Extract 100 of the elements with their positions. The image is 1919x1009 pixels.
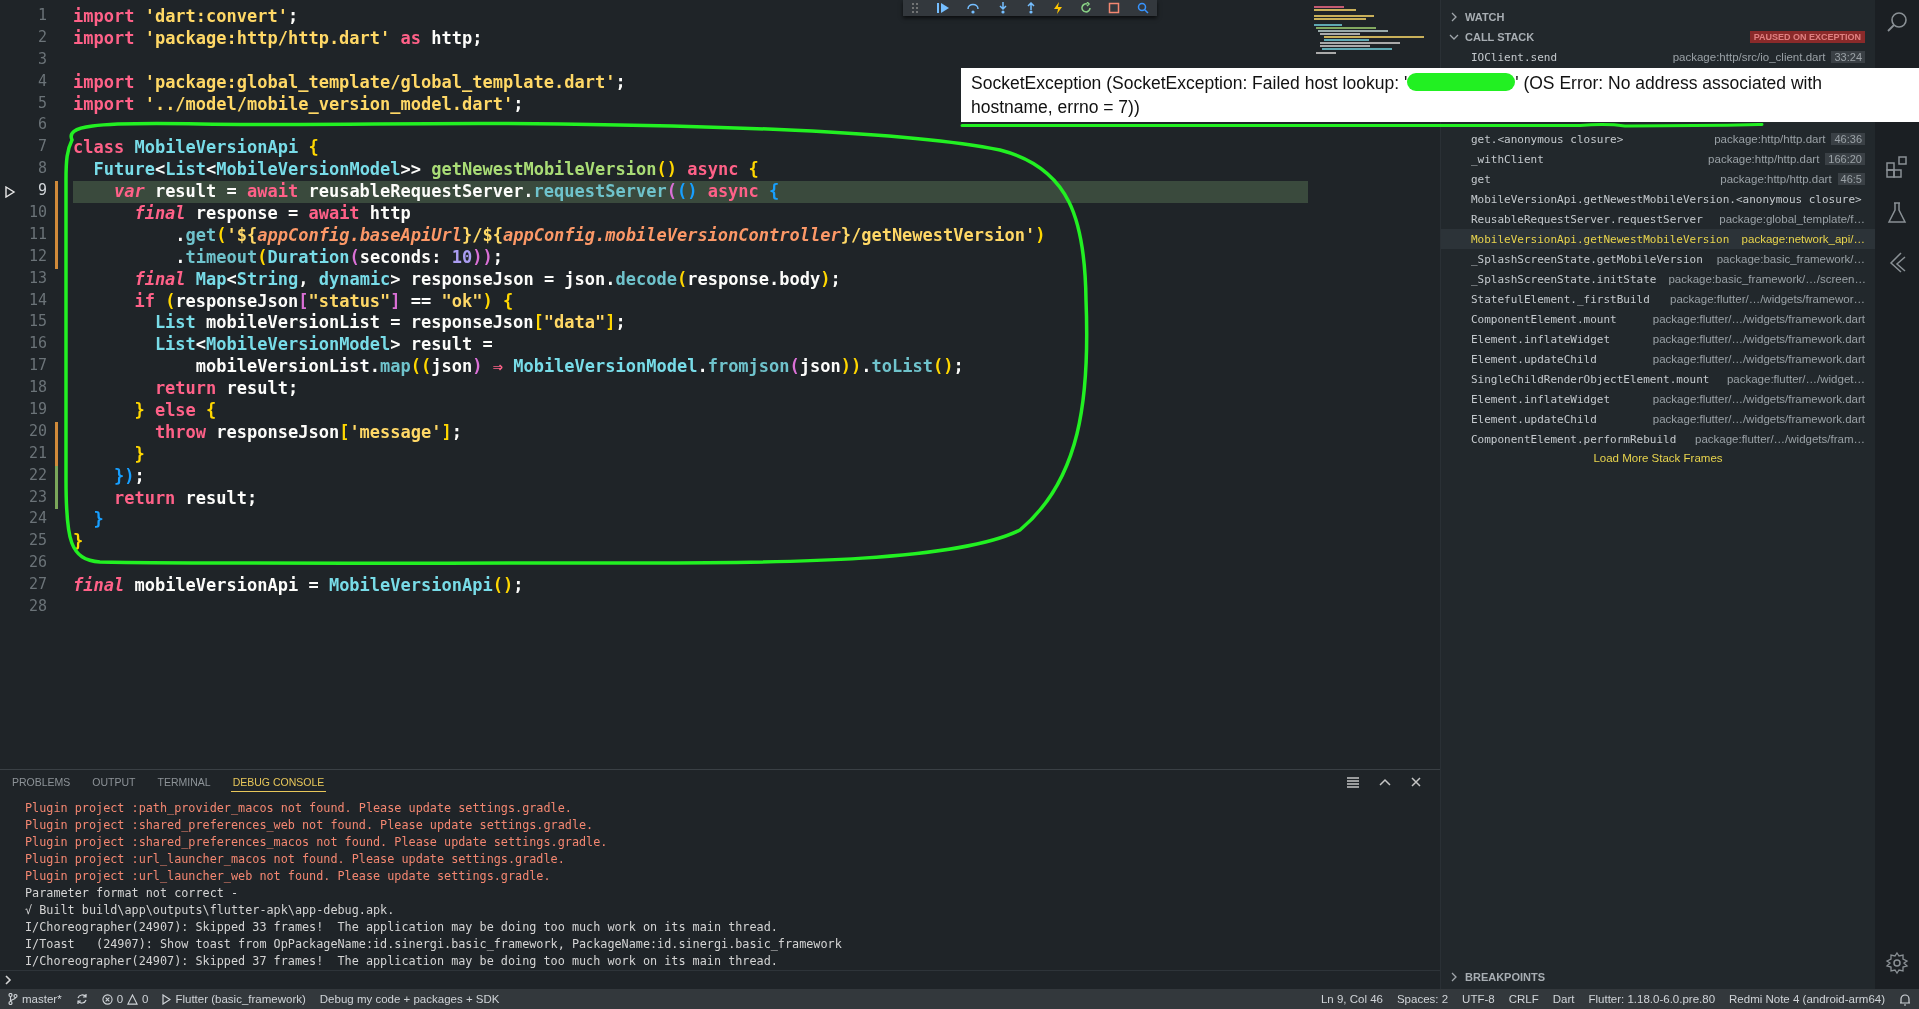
watch-section-header[interactable]: WATCH <box>1441 7 1875 27</box>
line-number: 14 <box>28 290 47 309</box>
inspect-icon[interactable] <box>1136 2 1149 14</box>
stack-frame-row[interactable]: SingleChildRenderObjectElement.mount package:flutter/…/widget… <box>1441 369 1875 389</box>
list-icon[interactable] <box>1346 776 1360 788</box>
code-line: .timeout(Duration(seconds: 10)); <box>174 246 503 269</box>
status-item[interactable]: CRLF <box>1508 993 1539 1005</box>
step-into-icon[interactable] <box>996 2 1009 14</box>
line-number: 6 <box>37 115 47 134</box>
line-number: 15 <box>28 312 47 331</box>
problems-indicator[interactable]: 0 0 <box>101 993 149 1005</box>
code-line: if (responseJson["status"] == "ok") { <box>133 290 514 313</box>
console-line: Plugin project :url_launcher_web not found. Please update settings.gradle. <box>25 868 552 885</box>
stack-frame-row[interactable]: _withClient package:http/http.dart 166:20 <box>1441 149 1875 169</box>
code-line: import 'dart:convert'; <box>73 6 299 28</box>
frame-name: StatefulElement._firstBuild <box>1471 292 1650 306</box>
drag-handle-icon[interactable] <box>911 2 920 14</box>
code-line: } else { <box>133 400 217 422</box>
status-item[interactable]: Ln 9, Col 46 <box>1320 993 1383 1005</box>
frame-position: 46:36 <box>1831 133 1865 145</box>
frame-source: package:http/http.dart <box>1719 173 1832 185</box>
restart-icon[interactable] <box>1079 2 1092 14</box>
launch-config-button[interactable]: Flutter (basic_framework) <box>162 993 306 1005</box>
stack-frame-row[interactable]: Element.inflateWidget package:flutter/…/widgets/framework.dart <box>1441 329 1875 349</box>
line-number: 28 <box>28 597 47 616</box>
status-item[interactable]: Dart <box>1552 993 1575 1005</box>
stack-frame-row[interactable]: ComponentElement.performRebuild package:flutter/…/widgets/fram… <box>1441 429 1875 449</box>
chevron-up-icon[interactable] <box>1378 777 1392 787</box>
frame-name: _SplashScreenState.getMobileVersion <box>1471 252 1703 266</box>
code-line: final mobileVersionApi = MobileVersionApi(); <box>73 575 524 598</box>
call-stack-section-header[interactable]: CALL STACK PAUSED ON EXCEPTION <box>1441 27 1875 47</box>
frame-name: Element.inflateWidget <box>1471 392 1611 406</box>
extensions-icon[interactable] <box>1885 155 1909 179</box>
prompt-chevron-icon[interactable] <box>4 975 12 985</box>
panel-tab[interactable]: OUTPUT <box>90 772 138 792</box>
status-item[interactable]: Redmi Note 4 (android-arm64) <box>1729 993 1885 1005</box>
console-line: Plugin project :url_launcher_macos not found. Please update settings.gradle. <box>25 851 566 868</box>
frame-name: MobileVersionApi.getNewestMobileVersion.<anonymous closure> <box>1471 192 1862 206</box>
close-icon[interactable] <box>1410 776 1422 788</box>
stack-frame-row[interactable]: Element.inflateWidget package:flutter/…/widgets/framework.dart <box>1441 389 1875 409</box>
warning-icon <box>127 993 139 1005</box>
stack-frame-row[interactable]: MobileVersionApi.getNewestMobileVersion.<anonymous closure> <box>1441 189 1875 209</box>
console-line: Parameter format not correct - <box>25 885 240 902</box>
code-line: import 'package:http/http.dart' as http; <box>73 27 483 50</box>
frame-source: package:flutter/…/widgets/fram… <box>1694 433 1865 445</box>
frame-position: 46:5 <box>1837 173 1865 185</box>
stack-frame-row[interactable]: _SplashScreenState.initState package:basic_framework/…/screen… <box>1441 269 1875 289</box>
frame-name: SingleChildRenderObjectElement.mount <box>1471 372 1710 386</box>
panel-tab[interactable]: DEBUG CONSOLE <box>230 772 327 792</box>
status-item[interactable]: Spaces: 2 <box>1396 993 1449 1005</box>
console-line: √ Built build\app\outputs\flutter-apk\app-debug.apk. <box>25 902 396 919</box>
stop-icon[interactable] <box>1108 2 1121 14</box>
lightning-icon[interactable] <box>1053 2 1064 14</box>
line-number: 19 <box>28 400 47 419</box>
continue-icon[interactable] <box>935 2 950 14</box>
stack-frame-row[interactable]: MobileVersionApi.getNewestMobileVersion package:network_api/… <box>1441 229 1875 249</box>
flask-icon[interactable] <box>1885 201 1909 225</box>
line-number: 25 <box>28 531 47 550</box>
line-number: 12 <box>28 246 47 265</box>
frame-name: ComponentElement.performRebuild <box>1471 432 1677 446</box>
code-line: import '../model/mobile_version_model.dart'; <box>73 93 524 116</box>
stack-frame-row[interactable]: Element.updateChild package:flutter/…/widgets/framework.dart <box>1441 349 1875 369</box>
code-line: } <box>73 531 84 554</box>
sync-icon[interactable] <box>75 993 88 1005</box>
settings-icon[interactable] <box>1885 951 1909 975</box>
search-icon[interactable] <box>1885 10 1909 34</box>
branch-indicator[interactable]: master* <box>8 993 62 1005</box>
load-more-link[interactable]: Load More Stack Frames <box>1593 452 1723 464</box>
branch-icon <box>8 993 18 1005</box>
stack-frame-row[interactable]: StatefulElement._firstBuild package:flutter/…/widgets/framewor… <box>1441 289 1875 309</box>
stack-frame-row[interactable]: ComponentElement.mount package:flutter/…/widgets/framework.dart <box>1441 309 1875 329</box>
stack-frame-row[interactable]: get.<anonymous closure> package:http/http.dart 46:36 <box>1441 129 1875 149</box>
console-line: I/Toast (24907): Show toast from OpPackageName:id.sinergi.basic_framework, PackageName:id.sinergi.basic_framework <box>25 936 843 953</box>
code-line: List<MobileVersionModel> result = <box>153 334 493 357</box>
stack-frame-row[interactable]: Element.updateChild package:flutter/…/widgets/framework.dart <box>1441 409 1875 429</box>
line-number: 5 <box>37 93 47 112</box>
frame-name: get <box>1471 172 1491 186</box>
code-line: import 'package:global_template/global_template.dart'; <box>73 71 626 94</box>
debug-mode-button[interactable]: Debug my code + packages + SDK <box>319 993 500 1005</box>
breakpoints-section-header[interactable]: BREAKPOINTS <box>1441 967 1875 987</box>
panel-tab[interactable]: TERMINAL <box>155 772 213 792</box>
stack-frame-row[interactable]: ReusableRequestServer.requestServer package:global_template/f… <box>1441 209 1875 229</box>
panel-tab[interactable]: PROBLEMS <box>10 772 73 792</box>
line-number: 7 <box>37 137 47 156</box>
code-line: .get('${appConfig.baseApiUrl}/${appConfig.mobileVersionController}/getNewestVersion') <box>174 224 1046 247</box>
code-line: class MobileVersionApi { <box>73 137 319 160</box>
step-over-icon[interactable] <box>966 2 981 14</box>
frame-source: package:network_api/… <box>1740 233 1865 245</box>
status-item[interactable]: Flutter: 1.18.0-6.0.pre.80 <box>1588 993 1716 1005</box>
code-line: return result; <box>153 378 299 401</box>
status-item[interactable]: UTF-8 <box>1462 993 1495 1005</box>
line-number: 11 <box>28 224 47 243</box>
stack-frame-row[interactable]: _SplashScreenState.getMobileVersion package:basic_framework/… <box>1441 249 1875 269</box>
frame-source: package:http/src/io_client.dart <box>1671 51 1826 63</box>
line-number: 3 <box>37 49 47 68</box>
frame-source: package:flutter/…/widget… <box>1725 373 1865 385</box>
bell-icon[interactable] <box>1899 992 1911 1006</box>
stack-frame-row[interactable]: get package:http/http.dart 46:5 <box>1441 169 1875 189</box>
exception-message: SocketException (SocketException: Failed host lookup: ' <box>971 73 1408 93</box>
stack-frame-row[interactable]: IOClient.send package:http/src/io_client.dart 33:24 <box>1441 47 1875 67</box>
